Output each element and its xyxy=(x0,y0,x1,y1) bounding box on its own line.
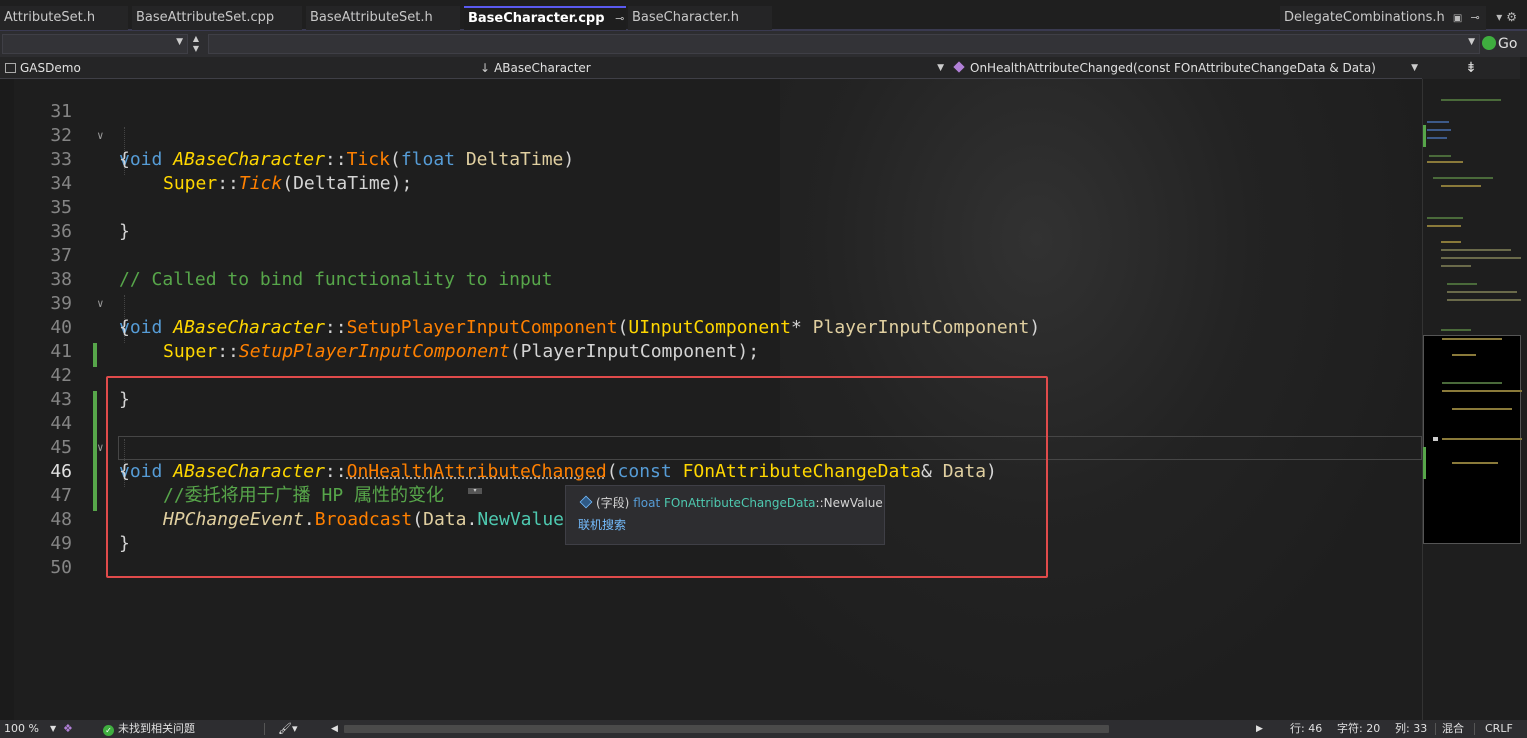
code-line: 37 // Called to bind functionality to in… xyxy=(0,220,1422,290)
lock-icon[interactable]: ▣ xyxy=(1453,7,1462,30)
scope-combobox[interactable]: ▼ xyxy=(2,34,188,54)
tab-label: DelegateCombinations.h xyxy=(1284,10,1445,25)
tab-label: BaseAttributeSet.cpp xyxy=(136,10,275,25)
document-tab-strip: AttributeSet.h BaseAttributeSet.cpp Base… xyxy=(0,0,1527,31)
go-icon xyxy=(1482,36,1496,50)
pin-icon[interactable]: ⊸ xyxy=(1470,6,1479,30)
tab-label: BaseCharacter.cpp xyxy=(468,11,605,26)
chevron-down-icon: ▼ xyxy=(937,63,944,73)
go-label: Go xyxy=(1498,36,1518,52)
tooltip-owner: FOnAttributeChangeData xyxy=(664,496,816,510)
issues-label: 未找到相关问题 xyxy=(118,722,195,735)
zoom-dropdown-icon[interactable]: ▼ xyxy=(50,720,56,738)
zoom-level[interactable]: 100 % xyxy=(4,720,39,738)
field-icon xyxy=(579,495,593,509)
change-marker xyxy=(1423,125,1426,147)
project-label: GASDemo xyxy=(20,61,81,75)
caret-marker xyxy=(1433,437,1438,441)
find-toolbar: ▼ ▲ ▼ ▼ Go xyxy=(0,31,1527,57)
horizontal-scrollbar-thumb[interactable] xyxy=(344,725,1109,733)
chevron-down-icon: ▼ xyxy=(176,37,183,47)
tab-label: AttributeSet.h xyxy=(4,10,96,25)
code-line: 33 Super::Tick(DeltaTime); xyxy=(0,124,1422,194)
tab-label: BaseCharacter.h xyxy=(632,10,740,25)
code-line: 35 } xyxy=(0,172,1422,242)
code-line: 42 } xyxy=(0,340,1422,410)
tooltip-signature: (字段) float FOnAttributeChangeData::NewVa… xyxy=(579,494,883,511)
settings-icon[interactable]: ⚙ xyxy=(1506,10,1521,24)
scope-arrow-icon: ↓ xyxy=(480,61,491,75)
split-icon: ⇟ xyxy=(1465,60,1477,76)
tooltip-type: float xyxy=(633,496,661,510)
quick-info-tooltip: (字段) float FOnAttributeChangeData::NewVa… xyxy=(565,485,885,545)
check-icon: ✓ xyxy=(103,725,114,736)
pin-icon[interactable]: ⊸ xyxy=(615,8,624,30)
code-line: 32 { xyxy=(0,100,1422,170)
scroll-right-icon[interactable]: ▶ xyxy=(1256,720,1263,738)
brush-icon[interactable]: 🖌▾ xyxy=(278,720,298,738)
method-icon xyxy=(953,61,965,73)
navigation-bar: GASDemo ↓ ABaseCharacter ▼ OnHealthAttrib… xyxy=(0,57,1422,79)
class-scope-label: ABaseCharacter xyxy=(494,61,591,75)
line-indicator[interactable]: 行: 46 xyxy=(1290,720,1322,738)
code-editor[interactable]: 31 ∨ void ABaseCharacter::Tick(float Del… xyxy=(0,79,1422,720)
code-line: 40 Super::SetupPlayerInputComponent(Play… xyxy=(0,292,1422,362)
class-scope-dropdown[interactable]: ↓ ABaseCharacter ▼ xyxy=(476,57,948,79)
status-bar: 100 % ▼ ❖ ✓ 未找到相关问题 🖌▾ ◀ ▶ 行: 46 字符: 20 列… xyxy=(0,720,1527,738)
member-label: OnHealthAttributeChanged(const FOnAttrib… xyxy=(970,61,1376,75)
tooltip-kind: (字段) xyxy=(596,496,630,510)
tab-basecharacter-cpp[interactable]: BaseCharacter.cpp ⊸ ✕ xyxy=(464,6,626,30)
spinner-arrows[interactable]: ▲ ▼ xyxy=(190,34,202,54)
tab-dropdown-icon[interactable]: ▾ xyxy=(1496,10,1506,24)
tab-overflow-controls: ▾⚙ xyxy=(1496,10,1521,24)
tooltip-sep: :: xyxy=(815,496,824,510)
go-button[interactable]: Go xyxy=(1482,34,1524,54)
annotation-highlight-box xyxy=(106,376,1048,578)
tab-baseattributeset-cpp[interactable]: BaseAttributeSet.cpp xyxy=(132,6,302,30)
code-line: 31 ∨ void ABaseCharacter::Tick(float Del… xyxy=(0,79,1422,170)
code-line: 34 xyxy=(0,148,1422,194)
indent-mode[interactable]: 混合 xyxy=(1442,720,1464,738)
minimap-scrollbar[interactable] xyxy=(1422,79,1527,720)
online-search-link[interactable]: 联机搜索 xyxy=(578,516,626,533)
char-indicator[interactable]: 字符: 20 xyxy=(1337,720,1380,738)
code-line: 38 ∨ void ABaseCharacter::SetupPlayerInp… xyxy=(0,244,1422,338)
issues-indicator[interactable]: ✓ 未找到相关问题 xyxy=(103,720,195,738)
change-marker xyxy=(1423,447,1426,479)
code-line: 39 { xyxy=(0,268,1422,338)
line-ending[interactable]: CRLF xyxy=(1485,720,1513,738)
tab-basecharacter-h[interactable]: BaseCharacter.h xyxy=(628,6,772,30)
split-window-button[interactable]: ⇟ xyxy=(1422,57,1520,79)
tooltip-expand-icon[interactable]: ▾ xyxy=(468,488,482,494)
tab-label: BaseAttributeSet.h xyxy=(310,10,433,25)
member-dropdown[interactable]: OnHealthAttributeChanged(const FOnAttrib… xyxy=(950,57,1422,79)
project-dropdown[interactable]: GASDemo xyxy=(0,57,474,79)
scroll-left-icon[interactable]: ◀ xyxy=(331,720,338,738)
copilot-icon[interactable]: ❖ xyxy=(63,720,73,738)
code-line: 36 xyxy=(0,196,1422,242)
search-combobox[interactable]: ▼ xyxy=(208,34,1480,54)
tab-attributeset-h[interactable]: AttributeSet.h xyxy=(0,6,128,30)
chevron-down-icon: ▼ xyxy=(1411,63,1418,73)
line-number: 50 xyxy=(50,557,72,578)
code-line: 41 xyxy=(0,316,1422,362)
project-icon xyxy=(5,63,16,73)
tooltip-member: NewValue xyxy=(823,496,883,510)
chevron-down-icon: ▼ xyxy=(1468,37,1475,47)
tab-delegatecombinations-h[interactable]: DelegateCombinations.h ▣ ⊸ ✕ xyxy=(1280,6,1486,30)
tab-baseattributeset-h[interactable]: BaseAttributeSet.h xyxy=(306,6,460,30)
col-indicator[interactable]: 列: 33 xyxy=(1395,720,1427,738)
